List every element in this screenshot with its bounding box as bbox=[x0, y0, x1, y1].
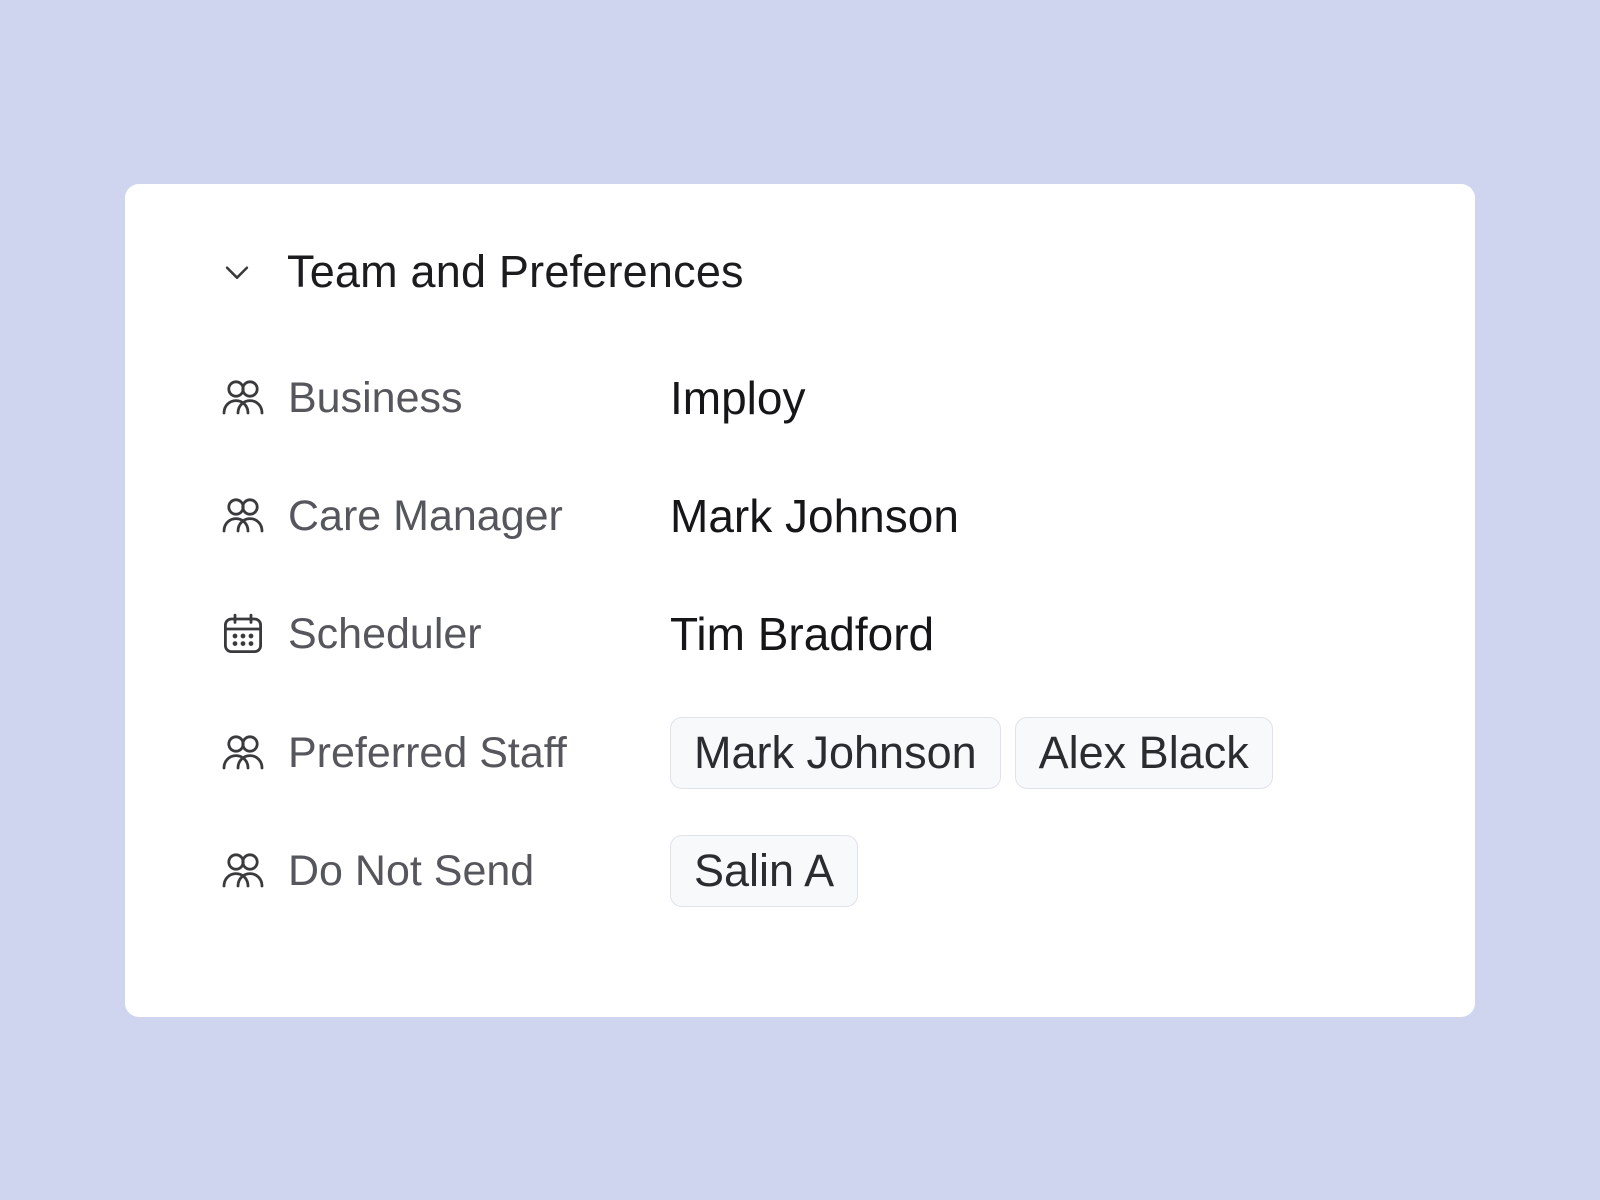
field-row-care-manager: Care Manager Mark Johnson bbox=[218, 476, 959, 556]
users-icon bbox=[218, 373, 268, 423]
calendar-icon bbox=[218, 609, 268, 659]
team-preferences-card: Team and Preferences Business Imploy Car… bbox=[125, 184, 1475, 1017]
users-icon bbox=[218, 846, 268, 896]
field-row-business: Business Imploy bbox=[218, 358, 805, 438]
tag-list: Salin A bbox=[670, 835, 859, 907]
staff-tag[interactable]: Salin A bbox=[670, 835, 859, 907]
field-row-scheduler: Scheduler Tim Bradford bbox=[218, 594, 934, 674]
users-icon bbox=[218, 728, 268, 778]
field-label: Business bbox=[288, 373, 463, 422]
field-row-preferred-staff: Preferred Staff Mark Johnson Alex Black bbox=[218, 713, 1273, 793]
section-title: Team and Preferences bbox=[287, 246, 744, 297]
field-row-do-not-send: Do Not Send Salin A bbox=[218, 831, 859, 911]
field-label: Care Manager bbox=[288, 491, 563, 540]
field-value: Mark Johnson bbox=[670, 490, 959, 542]
field-value: Imploy bbox=[670, 372, 806, 424]
tag-list: Mark Johnson Alex Black bbox=[670, 717, 1273, 789]
field-value: Tim Bradford bbox=[670, 608, 935, 660]
field-label: Preferred Staff bbox=[288, 728, 567, 777]
staff-tag[interactable]: Mark Johnson bbox=[670, 717, 1001, 789]
chevron-down-icon[interactable] bbox=[220, 246, 272, 298]
section-header[interactable]: Team and Preferences bbox=[220, 246, 744, 298]
staff-tag[interactable]: Alex Black bbox=[1014, 717, 1273, 789]
field-label: Do Not Send bbox=[288, 846, 535, 895]
users-icon bbox=[218, 491, 268, 541]
field-label: Scheduler bbox=[288, 609, 482, 658]
